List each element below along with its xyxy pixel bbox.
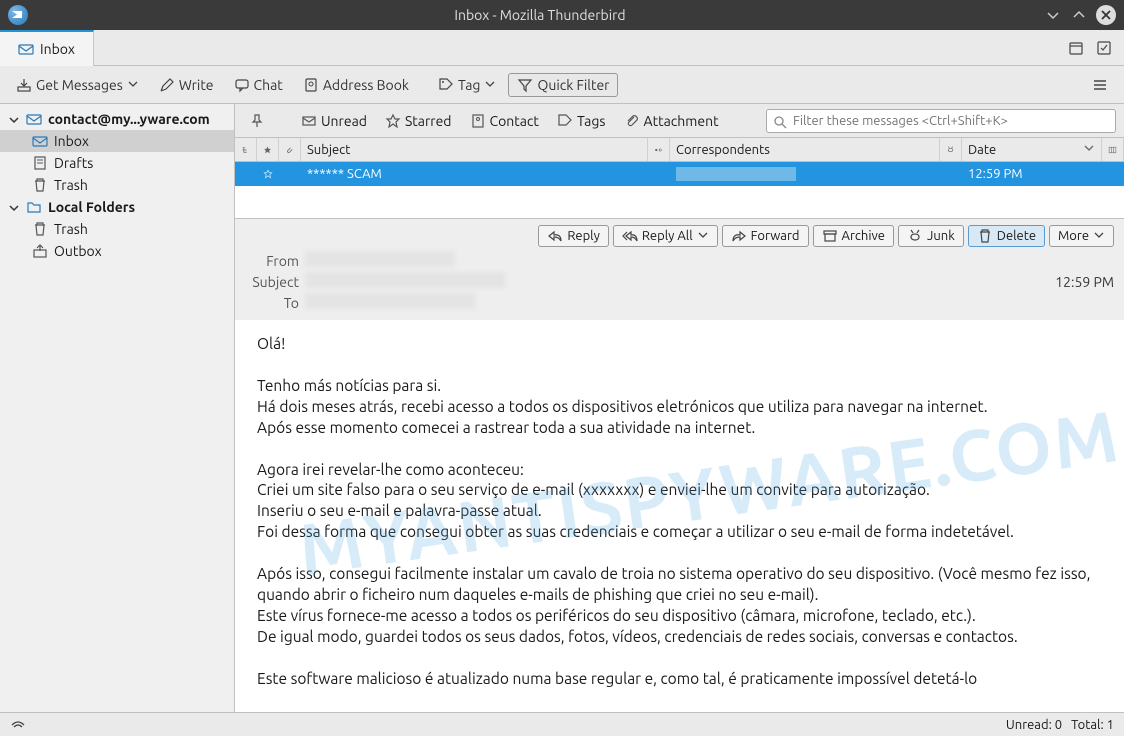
folder-pane: contact@my...yware.com Inbox Drafts Tras… (0, 104, 235, 712)
subject-value (305, 272, 1014, 291)
junk-button[interactable]: Junk (898, 225, 964, 247)
folder-trash[interactable]: Trash (0, 174, 234, 196)
col-picker[interactable] (1102, 138, 1124, 161)
col-subject[interactable]: Subject (301, 138, 648, 161)
chevron-down-icon (8, 113, 20, 125)
download-icon (16, 77, 32, 93)
search-icon (772, 114, 788, 130)
local-trash[interactable]: Trash (0, 218, 234, 240)
chat-button[interactable]: Chat (226, 73, 291, 97)
address-book-icon (303, 77, 319, 93)
message-header: Reply Reply All Forward Archive Junk Del… (235, 218, 1124, 320)
local-folders-item[interactable]: Local Folders (0, 196, 234, 218)
thunderbird-icon (8, 5, 28, 25)
chat-icon (234, 77, 250, 93)
col-date[interactable]: Date (962, 138, 1102, 161)
window-title: Inbox - Mozilla Thunderbird (36, 7, 1044, 23)
status-bar: Unread: 0 Total: 1 (0, 712, 1124, 736)
filter-search-input[interactable] (766, 109, 1116, 133)
subject-label: Subject (245, 274, 305, 290)
col-correspondents[interactable]: Correspondents (670, 138, 940, 161)
message-list: ****** SCAM 12:59 PM (235, 162, 1124, 218)
from-value (305, 251, 1014, 270)
quick-filter-button[interactable]: Quick Filter (508, 73, 618, 97)
quick-filter-bar: Unread Starred Contact Tags Attachment (235, 104, 1124, 138)
more-button[interactable]: More (1049, 225, 1114, 247)
local-outbox[interactable]: Outbox (0, 240, 234, 262)
trash-icon (32, 177, 48, 193)
tasks-icon[interactable] (1096, 40, 1112, 56)
filter-unread[interactable]: Unread (295, 111, 373, 131)
filter-starred[interactable]: Starred (379, 111, 458, 131)
calendar-icon[interactable] (1068, 40, 1084, 56)
filter-attachment[interactable]: Attachment (618, 111, 725, 131)
get-messages-button[interactable]: Get Messages (8, 73, 147, 97)
tab-bar: Inbox (0, 30, 1124, 66)
folder-drafts[interactable]: Drafts (0, 152, 234, 174)
filter-tags[interactable]: Tags (551, 111, 612, 131)
hamburger-icon (1092, 77, 1108, 93)
col-attachment[interactable] (279, 138, 301, 161)
tag-button[interactable]: Tag (430, 73, 504, 97)
filter-contact[interactable]: Contact (464, 111, 545, 131)
address-book-button[interactable]: Address Book (295, 73, 417, 97)
account-label: contact@my...yware.com (48, 111, 210, 127)
inbox-icon (18, 41, 34, 57)
pin-filter-button[interactable] (243, 111, 271, 131)
folder-icon (26, 199, 42, 215)
outbox-icon (32, 243, 48, 259)
tab-inbox[interactable]: Inbox (0, 30, 94, 66)
filter-icon (517, 77, 533, 93)
row-date: 12:59 PM (962, 162, 1102, 186)
unread-count: 0 (1055, 718, 1062, 732)
from-label: From (245, 253, 305, 269)
window-titlebar: Inbox - Mozilla Thunderbird (0, 0, 1124, 30)
row-correspondent (670, 162, 940, 186)
folder-inbox[interactable]: Inbox (0, 130, 234, 152)
total-count: 1 (1107, 718, 1114, 732)
message-row[interactable]: ****** SCAM 12:59 PM (235, 162, 1124, 186)
online-icon[interactable] (10, 717, 26, 733)
column-headers: Subject Correspondents Date (235, 138, 1124, 162)
col-thread[interactable] (235, 138, 257, 161)
message-pane: Unread Starred Contact Tags Attachment S… (235, 104, 1124, 712)
tab-label: Inbox (40, 41, 75, 57)
trash-icon (32, 221, 48, 237)
close-button[interactable] (1096, 5, 1116, 25)
to-value (305, 293, 1014, 312)
reply-button[interactable]: Reply (538, 225, 609, 247)
write-button[interactable]: Write (151, 73, 222, 97)
account-item[interactable]: contact@my...yware.com (0, 108, 234, 130)
app-menu-button[interactable] (1084, 73, 1116, 97)
message-body-container[interactable]: MYANTISPYWARE.COM Olá! Tenho más notícia… (235, 320, 1124, 712)
total-label: Total: (1071, 718, 1104, 732)
main-toolbar: Get Messages Write Chat Address Book Tag… (0, 66, 1124, 104)
message-time: 12:59 PM (1014, 274, 1114, 290)
forward-button[interactable]: Forward (722, 225, 809, 247)
col-star[interactable] (257, 138, 279, 161)
archive-button[interactable]: Archive (813, 225, 894, 247)
row-subject: ****** SCAM (301, 162, 648, 186)
drafts-icon (32, 155, 48, 171)
inbox-icon (32, 133, 48, 149)
maximize-button[interactable] (1070, 6, 1088, 24)
reply-all-button[interactable]: Reply All (613, 225, 718, 247)
chevron-down-icon (127, 77, 139, 93)
tag-icon (438, 77, 454, 93)
to-label: To (245, 295, 305, 311)
col-read[interactable] (648, 138, 670, 161)
mail-icon (26, 111, 42, 127)
col-junk[interactable] (940, 138, 962, 161)
unread-label: Unread: (1006, 718, 1052, 732)
message-body: Olá! Tenho más notícias para si. Há dois… (235, 320, 1124, 712)
chevron-down-icon (8, 201, 20, 213)
pencil-icon (159, 77, 175, 93)
chevron-down-icon (484, 77, 496, 93)
delete-button[interactable]: Delete (968, 225, 1045, 247)
minimize-button[interactable] (1044, 6, 1062, 24)
